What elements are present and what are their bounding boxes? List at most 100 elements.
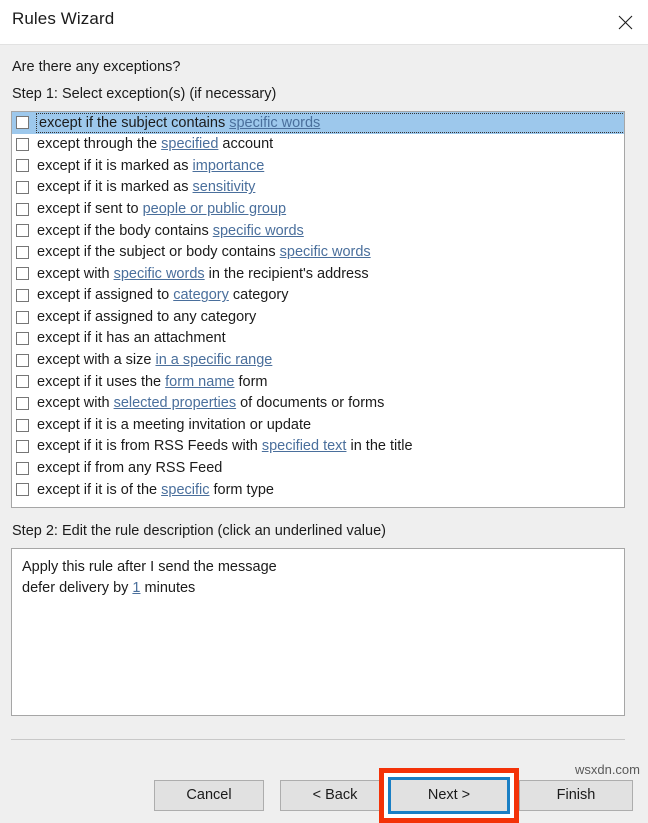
rule-static-text: form type [209, 481, 274, 498]
exception-checkbox[interactable] [16, 461, 29, 475]
exception-item-label: except if it is of the specific form typ… [37, 481, 624, 500]
rule-static-text: except if from any RSS Feed [37, 460, 223, 477]
rule-static-text: except if it has an attachment [37, 330, 226, 347]
rule-static-text: except if the subject contains [39, 114, 230, 131]
exception-checkbox[interactable] [16, 418, 29, 432]
exception-checkbox[interactable] [16, 202, 29, 216]
exception-checkbox[interactable] [16, 181, 29, 195]
rule-description-line: Apply this rule after I send the message [22, 557, 614, 578]
exception-checkbox[interactable] [16, 116, 29, 130]
exception-list-item[interactable]: except if it is of the specific form typ… [12, 479, 624, 501]
exception-list-item[interactable]: except if from any RSS Feed [12, 458, 624, 480]
exception-checkbox[interactable] [16, 137, 29, 151]
exception-item-label: except if the subject or body contains s… [37, 243, 624, 262]
exception-list-item[interactable]: except if sent to people or public group [12, 198, 624, 220]
rule-static-text: except if it is marked as [37, 157, 193, 174]
exception-checkbox[interactable] [16, 224, 29, 238]
rule-value-link[interactable]: specific words [280, 244, 371, 260]
exception-checkbox[interactable] [16, 245, 29, 259]
exception-list-item[interactable]: except if it uses the form name form [12, 371, 624, 393]
exception-checkbox[interactable] [16, 353, 29, 367]
rule-static-text: defer delivery by [22, 580, 133, 596]
rule-description-line: defer delivery by 1 minutes [22, 578, 614, 599]
rule-value-link[interactable]: people or public group [143, 201, 287, 217]
step2-label: Step 2: Edit the rule description (click… [12, 523, 386, 539]
exception-item-label: except if from any RSS Feed [37, 459, 624, 478]
exception-item-label: except if assigned to category category [37, 286, 624, 305]
rule-value-link[interactable]: specified [161, 136, 218, 152]
exception-item-label: except if the subject contains specific … [36, 112, 624, 134]
cancel-button[interactable]: Cancel [154, 780, 264, 811]
rule-static-text: of documents or forms [236, 395, 385, 412]
rule-value-link[interactable]: sensitivity [193, 179, 256, 195]
exception-list-item[interactable]: except through the specified account [12, 134, 624, 156]
exception-list-item[interactable]: except with specific words in the recipi… [12, 263, 624, 285]
rule-static-text: except if assigned to [37, 287, 174, 304]
rule-value-link[interactable]: specific words [114, 266, 205, 282]
close-icon[interactable] [602, 0, 648, 44]
exception-checkbox[interactable] [16, 310, 29, 324]
exception-list-item[interactable]: except if it has an attachment [12, 328, 624, 350]
rule-value-link[interactable]: specific words [213, 223, 304, 239]
exception-list-item[interactable]: except with selected properties of docum… [12, 393, 624, 415]
exception-item-label: except if the body contains specific wor… [37, 222, 624, 241]
rule-static-text: except if it is from RSS Feeds with [37, 438, 262, 455]
exception-list-item[interactable]: except if the subject or body contains s… [12, 242, 624, 264]
rule-value-link[interactable]: specific [161, 482, 209, 498]
rule-value-link[interactable]: importance [193, 158, 265, 174]
exception-checkbox[interactable] [16, 332, 29, 346]
rule-static-text: except if the subject or body contains [37, 244, 280, 261]
exception-list-item[interactable]: except if it is marked as sensitivity [12, 177, 624, 199]
rule-value-link[interactable]: specified text [262, 438, 347, 454]
exception-item-label: except with specific words in the recipi… [37, 265, 624, 284]
dialog-body: Are there any exceptions? Step 1: Select… [0, 45, 648, 823]
rule-static-text: except if sent to [37, 200, 143, 217]
rule-static-text: except with a size [37, 352, 156, 369]
exception-item-label: except if it has an attachment [37, 329, 624, 348]
exception-item-label: except if it is marked as sensitivity [37, 178, 624, 197]
window-title: Rules Wizard [12, 9, 115, 28]
rule-value-link[interactable]: category [173, 287, 229, 303]
exception-checkbox[interactable] [16, 159, 29, 173]
back-button[interactable]: < Back [280, 780, 390, 811]
rule-value-link[interactable]: 1 [132, 580, 140, 596]
exception-list-item[interactable]: except with a size in a specific range [12, 350, 624, 372]
exception-list-item[interactable]: except if it is from RSS Feeds with spec… [12, 436, 624, 458]
next-button[interactable]: Next > [388, 777, 510, 814]
exception-checkbox[interactable] [16, 375, 29, 389]
exception-list-item[interactable]: except if assigned to category category [12, 285, 624, 307]
exception-item-label: except if assigned to any category [37, 308, 624, 327]
step1-label: Step 1: Select exception(s) (if necessar… [12, 86, 277, 102]
rule-static-text: in the recipient's address [204, 265, 369, 282]
exception-list-item[interactable]: except if the subject contains specific … [12, 112, 624, 134]
exception-list-item[interactable]: except if assigned to any category [12, 306, 624, 328]
exception-item-label: except if it is from RSS Feeds with spec… [37, 437, 624, 456]
rule-value-link[interactable]: specific words [229, 115, 320, 131]
rule-value-link[interactable]: selected properties [114, 395, 237, 411]
rule-value-link[interactable]: form name [165, 374, 234, 390]
finish-button[interactable]: Finish [519, 780, 633, 811]
rule-static-text: category [228, 287, 289, 304]
rule-static-text: Apply this rule after I send the message [22, 559, 277, 575]
exception-item-label: except through the specified account [37, 135, 624, 154]
exception-item-label: except if it uses the form name form [37, 373, 624, 392]
exception-checkbox[interactable] [16, 483, 29, 497]
exception-checkbox[interactable] [16, 440, 29, 454]
exception-list-item[interactable]: except if it is marked as importance [12, 155, 624, 177]
exception-list-item[interactable]: except if the body contains specific wor… [12, 220, 624, 242]
rule-static-text: account [218, 136, 274, 153]
exception-checkbox[interactable] [16, 267, 29, 281]
rule-static-text: except if it uses the [37, 373, 166, 390]
watermark: wsxdn.com [574, 762, 640, 777]
close-icon-glyph [618, 15, 632, 29]
exception-item-label: except with a size in a specific range [37, 351, 624, 370]
exception-list-box[interactable]: except if the subject contains specific … [11, 111, 625, 508]
exception-checkbox[interactable] [16, 397, 29, 411]
rule-value-link[interactable]: in a specific range [155, 352, 272, 368]
question-label: Are there any exceptions? [12, 59, 181, 75]
rule-description-box[interactable]: Apply this rule after I send the message… [11, 548, 625, 716]
exception-list-item[interactable]: except if it is a meeting invitation or … [12, 414, 624, 436]
exception-checkbox[interactable] [16, 289, 29, 303]
rule-static-text: in the title [346, 438, 413, 455]
exception-item-label: except with selected properties of docum… [37, 394, 624, 413]
